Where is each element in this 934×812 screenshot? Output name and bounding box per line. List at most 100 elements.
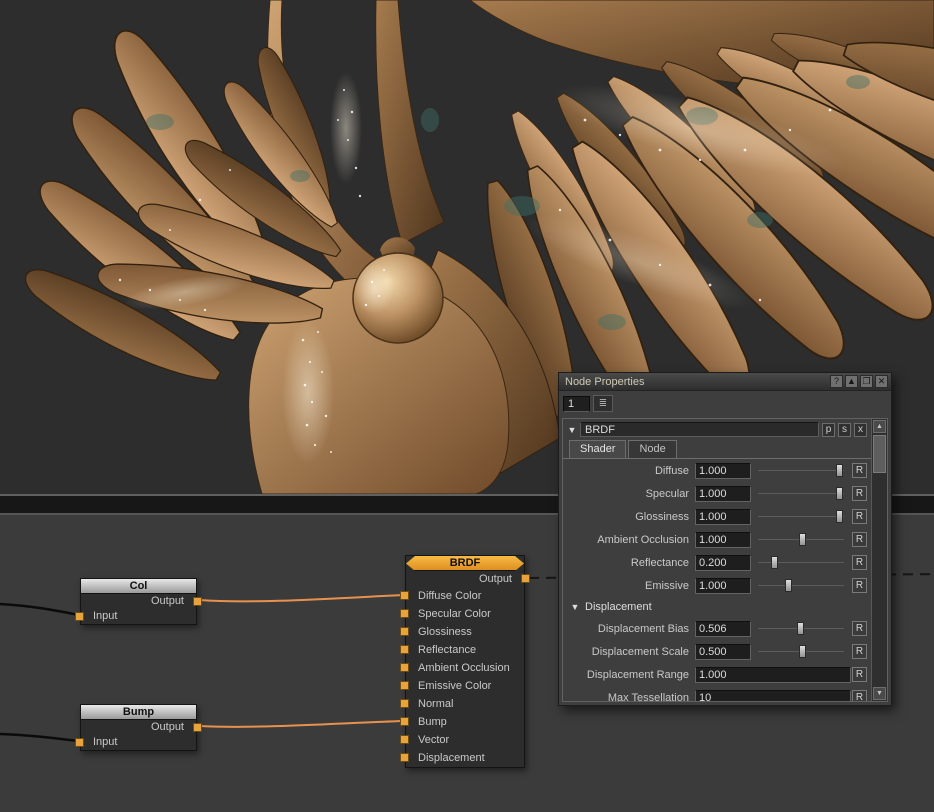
- param-row-displacement-bias: Displacement Bias 0.506 R: [563, 617, 871, 640]
- slider-handle[interactable]: [771, 556, 778, 569]
- node-col[interactable]: Col Output Input: [80, 578, 197, 625]
- collapse-arrow-icon[interactable]: ▼: [570, 602, 580, 612]
- panel-toolrow: 1 ≣: [559, 391, 891, 416]
- reset-button[interactable]: R: [852, 578, 867, 593]
- node-brdf-title[interactable]: BRDF: [406, 556, 524, 571]
- param-row-max-tessellation: Max Tessellation 10 R: [563, 686, 871, 701]
- input-label: Diffuse Color: [418, 590, 481, 602]
- reset-button[interactable]: R: [852, 644, 867, 659]
- value-field[interactable]: 0.200: [695, 555, 751, 571]
- param-row-glossiness: Glossiness 1.000 R: [563, 505, 871, 528]
- slider-handle[interactable]: [799, 533, 806, 546]
- shade-icon[interactable]: ▲: [845, 375, 858, 388]
- value-field[interactable]: 1.000: [695, 532, 751, 548]
- displacement-section-header[interactable]: ▼ Displacement: [563, 597, 871, 617]
- close-icon[interactable]: ✕: [875, 375, 888, 388]
- input-label: Bump: [418, 716, 447, 728]
- node-col-title[interactable]: Col: [81, 579, 196, 594]
- output-port[interactable]: [521, 574, 530, 583]
- node-brdf[interactable]: BRDF Output Diffuse Color Specular Color…: [405, 555, 525, 768]
- menu-icon-button[interactable]: ≣: [593, 395, 613, 412]
- node-name-field[interactable]: BRDF: [580, 422, 819, 437]
- input-port[interactable]: [400, 699, 409, 708]
- input-label: Input: [93, 610, 117, 622]
- brdf-input-row: Specular Color: [406, 605, 524, 623]
- input-label: Normal: [418, 698, 453, 710]
- input-label: Vector: [418, 734, 449, 746]
- brdf-input-row: Bump: [406, 713, 524, 731]
- panel-content-frame: ▼ BRDF p s x Shader Node Diffuse 1.000 R: [562, 418, 888, 702]
- reset-button[interactable]: R: [852, 621, 867, 636]
- value-field[interactable]: 0.506: [695, 621, 751, 637]
- param-row-displacement-scale: Displacement Scale 0.500 R: [563, 640, 871, 663]
- slider[interactable]: [756, 621, 846, 636]
- value-field[interactable]: 1.000: [695, 578, 751, 594]
- index-field[interactable]: 1: [563, 396, 590, 412]
- value-field[interactable]: 10: [695, 690, 851, 702]
- brdf-input-row: Displacement: [406, 749, 524, 767]
- input-port[interactable]: [400, 609, 409, 618]
- reset-button[interactable]: R: [852, 532, 867, 547]
- input-port[interactable]: [400, 735, 409, 744]
- value-field[interactable]: 1.000: [695, 667, 851, 683]
- value-field[interactable]: 1.000: [695, 486, 751, 502]
- slider[interactable]: [756, 463, 846, 478]
- param-row-diffuse: Diffuse 1.000 R: [563, 459, 871, 482]
- input-port[interactable]: [400, 591, 409, 600]
- slider-handle[interactable]: [836, 464, 843, 477]
- reset-button[interactable]: R: [852, 667, 867, 682]
- panel-rows: ▼ BRDF p s x Shader Node Diffuse 1.000 R: [563, 419, 871, 701]
- slider-handle[interactable]: [836, 510, 843, 523]
- input-port[interactable]: [400, 645, 409, 654]
- output-port[interactable]: [193, 723, 202, 732]
- bump-output-row: Output: [81, 720, 196, 735]
- scroll-up-icon[interactable]: ▲: [873, 420, 886, 433]
- x-button[interactable]: x: [854, 423, 867, 437]
- tab-shader[interactable]: Shader: [569, 440, 626, 458]
- slider[interactable]: [756, 644, 846, 659]
- slider-handle[interactable]: [785, 579, 792, 592]
- reset-button[interactable]: R: [852, 463, 867, 478]
- s-button[interactable]: s: [838, 423, 851, 437]
- collapse-arrow-icon[interactable]: ▼: [567, 425, 577, 435]
- scroll-down-icon[interactable]: ▼: [873, 687, 886, 700]
- reset-button[interactable]: R: [852, 486, 867, 501]
- node-properties-panel: Node Properties ? ▲ ❐ ✕ 1 ≣ ▼ BRDF p s x…: [558, 372, 892, 706]
- slider[interactable]: [756, 555, 846, 570]
- input-port[interactable]: [400, 627, 409, 636]
- slider-handle[interactable]: [836, 487, 843, 500]
- panel-titlebar[interactable]: Node Properties ? ▲ ❐ ✕: [559, 373, 891, 391]
- slider-handle[interactable]: [799, 645, 806, 658]
- input-label: Ambient Occlusion: [418, 662, 510, 674]
- value-field[interactable]: 1.000: [695, 463, 751, 479]
- brdf-input-row: Diffuse Color: [406, 587, 524, 605]
- input-port[interactable]: [75, 738, 84, 747]
- help-icon[interactable]: ?: [830, 375, 843, 388]
- panel-scrollbar[interactable]: ▲ ▼: [871, 419, 887, 701]
- slider-handle[interactable]: [797, 622, 804, 635]
- slider[interactable]: [756, 486, 846, 501]
- slider[interactable]: [756, 532, 846, 547]
- param-row-ambient-occlusion: Ambient Occlusion 1.000 R: [563, 528, 871, 551]
- tab-node[interactable]: Node: [628, 440, 676, 458]
- slider[interactable]: [756, 509, 846, 524]
- brdf-input-row: Glossiness: [406, 623, 524, 641]
- p-button[interactable]: p: [822, 423, 835, 437]
- node-bump[interactable]: Bump Output Input: [80, 704, 197, 751]
- reset-button[interactable]: R: [852, 509, 867, 524]
- input-port[interactable]: [400, 717, 409, 726]
- float-window-icon[interactable]: ❐: [860, 375, 873, 388]
- input-port[interactable]: [400, 753, 409, 762]
- node-bump-title[interactable]: Bump: [81, 705, 196, 720]
- value-field[interactable]: 1.000: [695, 509, 751, 525]
- input-port[interactable]: [400, 663, 409, 672]
- reset-button[interactable]: R: [852, 690, 867, 701]
- value-field[interactable]: 0.500: [695, 644, 751, 660]
- scrollbar-thumb[interactable]: [873, 435, 886, 473]
- input-port[interactable]: [400, 681, 409, 690]
- output-port[interactable]: [193, 597, 202, 606]
- input-label: Reflectance: [418, 644, 476, 656]
- input-port[interactable]: [75, 612, 84, 621]
- slider[interactable]: [756, 578, 846, 593]
- reset-button[interactable]: R: [852, 555, 867, 570]
